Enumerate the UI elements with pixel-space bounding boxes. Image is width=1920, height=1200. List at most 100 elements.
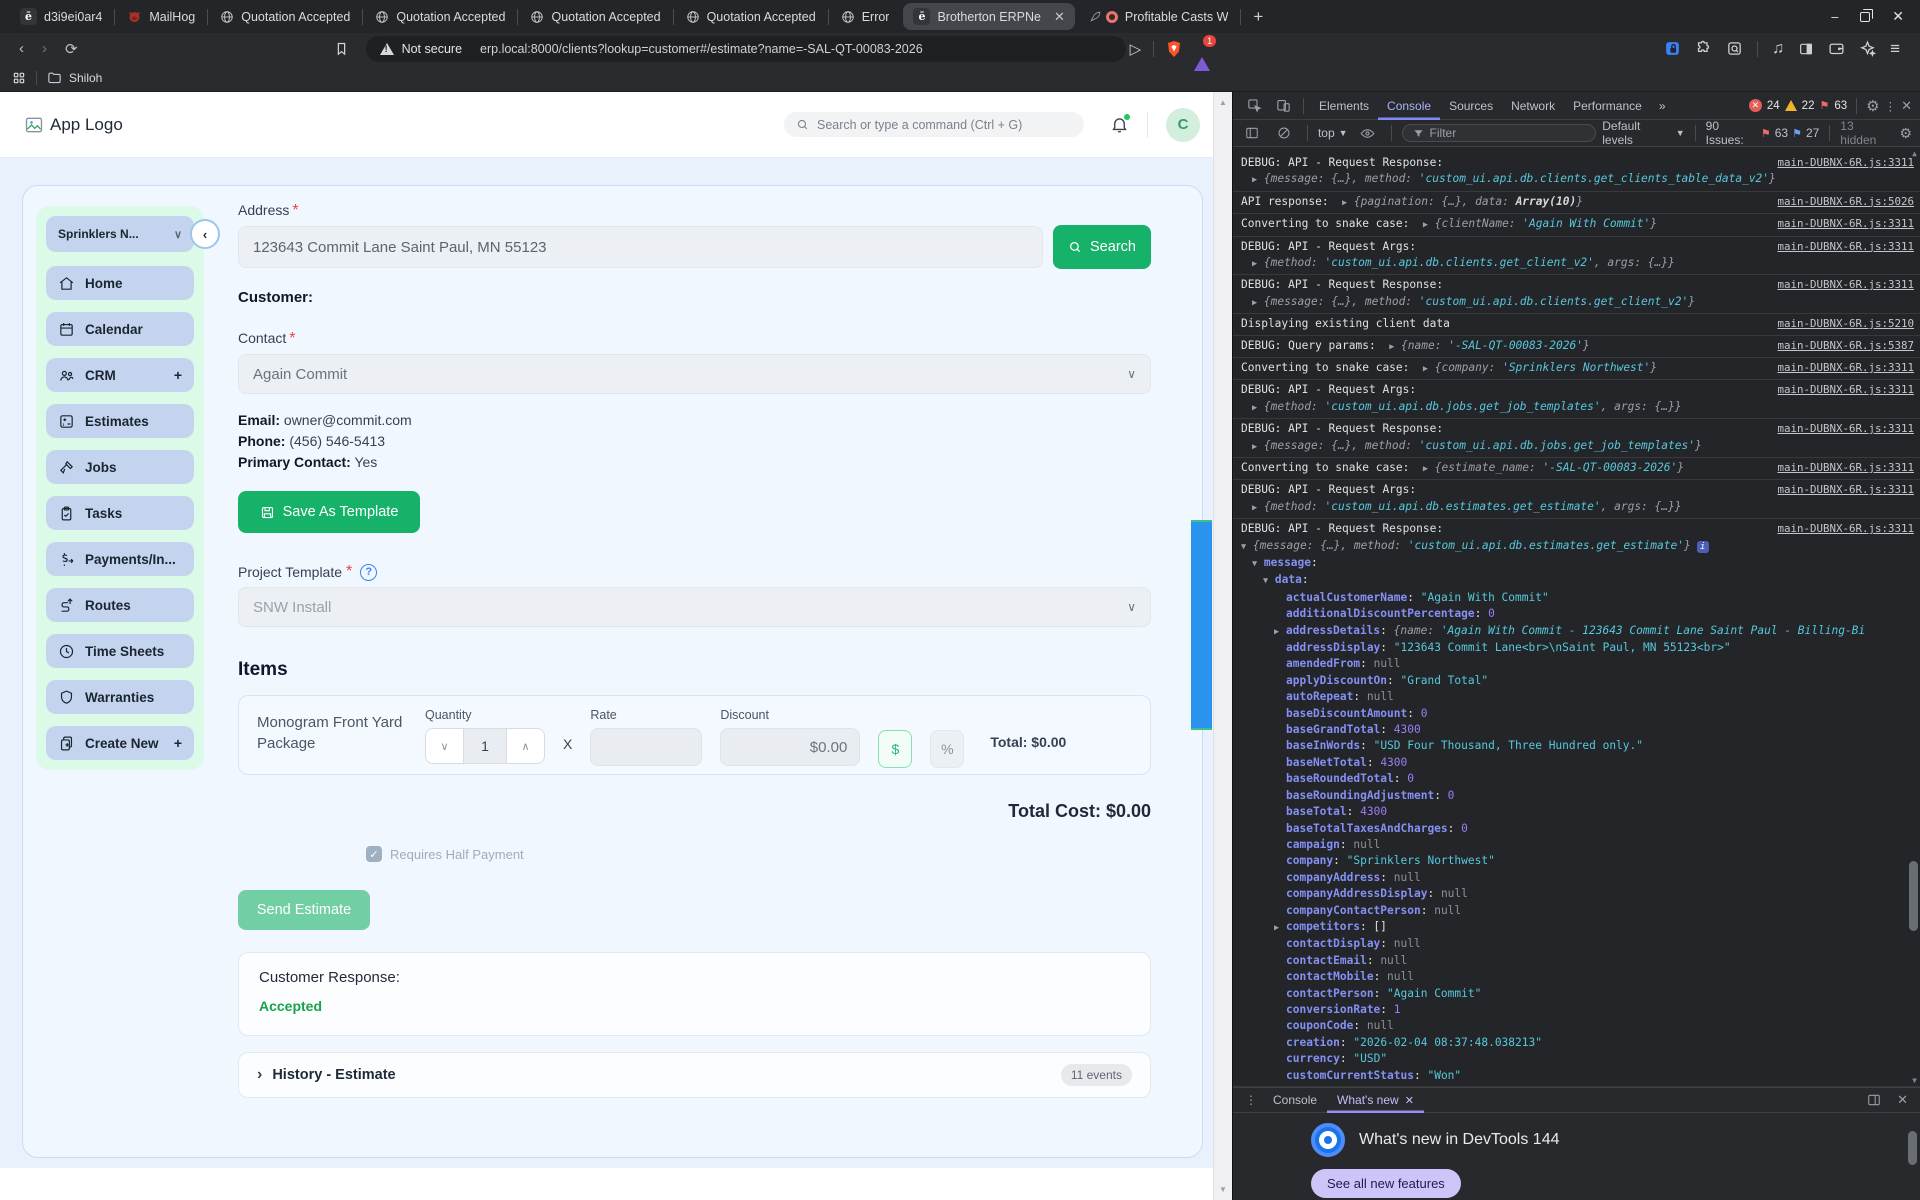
drawer-menu-icon[interactable]: ⋮ — [1239, 1093, 1263, 1107]
tab-groups-grid-icon[interactable] — [12, 71, 26, 85]
company-selector[interactable]: Sprinklers N... ∨ ‹ — [46, 216, 220, 252]
restore-icon[interactable] — [1860, 8, 1874, 22]
console-entry[interactable]: Converting to snake case: ▶ {estimate_na… — [1233, 458, 1920, 481]
drawer-scrollbar-thumb[interactable] — [1908, 1131, 1917, 1165]
console-entry[interactable]: Converting to snake case: ▶ {company: 'S… — [1233, 358, 1920, 381]
issues-flag-icon[interactable]: ⚑ — [1819, 99, 1829, 112]
address-search-button[interactable]: Search — [1053, 225, 1151, 269]
search-box-icon[interactable] — [1726, 40, 1743, 57]
console-filter-input[interactable]: Filter — [1401, 124, 1597, 142]
source-link[interactable]: main-DUBNX-6R.js:3311 — [1777, 521, 1914, 537]
send-estimate-button[interactable]: Send Estimate — [238, 890, 370, 930]
tab-close-icon[interactable]: ✕ — [1054, 9, 1065, 25]
half-payment-checkbox[interactable]: ✓ — [366, 846, 382, 862]
browser-tab-2[interactable]: Quotation Accepted — [208, 0, 362, 33]
bookmark-flag-icon[interactable] — [325, 41, 358, 56]
source-link[interactable]: main-DUBNX-6R.js:3311 — [1777, 482, 1914, 498]
console-entry[interactable]: Displaying existing client data main-DUBN… — [1233, 314, 1920, 336]
scroll-up-icon[interactable]: ▲ — [1214, 98, 1232, 107]
source-link[interactable]: main-DUBNX-6R.js:3311 — [1777, 421, 1914, 437]
clear-console-icon[interactable] — [1271, 126, 1297, 140]
scroll-down-icon[interactable]: ▼ — [1214, 1185, 1232, 1194]
source-link[interactable]: main-DUBNX-6R.js:3311 — [1777, 360, 1914, 376]
extension-notification-icon[interactable]: 1 — [1194, 34, 1217, 71]
source-link[interactable]: main-DUBNX-6R.js:5387 — [1777, 338, 1914, 354]
drawer-close-icon[interactable]: ✕ — [1897, 1092, 1908, 1108]
source-link[interactable]: main-DUBNX-6R.js:3311 — [1777, 216, 1914, 232]
console-entry[interactable]: Converting to snake case: ▶ {clientName:… — [1233, 214, 1920, 237]
send-icon[interactable]: ▷ — [1130, 40, 1142, 58]
discount-dollar-button[interactable]: $ — [878, 730, 913, 768]
browser-tab-0[interactable]: ē d3i9ei0ar4 — [8, 0, 114, 33]
quantity-decrease-icon[interactable]: ∨ — [426, 729, 463, 763]
quantity-stepper[interactable]: ∨ 1 ∧ — [425, 728, 545, 764]
sidebar-item-create-new[interactable]: Create New + — [46, 726, 194, 760]
sidebar-item-calendar[interactable]: Calendar — [46, 312, 194, 346]
console-entry[interactable]: DEBUG: API - Request Response: main-DUBNX… — [1233, 153, 1920, 192]
source-link[interactable]: main-DUBNX-6R.js:5026 — [1777, 194, 1914, 210]
more-tabs-icon[interactable]: » — [1653, 99, 1672, 113]
help-icon[interactable]: ? — [360, 563, 378, 581]
browser-tab-5[interactable]: Quotation Accepted — [674, 0, 828, 33]
media-icon[interactable]: ♫ — [1772, 40, 1784, 58]
password-manager-icon[interactable] — [1664, 40, 1681, 57]
sidebar-item-crm[interactable]: CRM + — [46, 358, 194, 392]
browser-tab-3[interactable]: Quotation Accepted — [363, 0, 517, 33]
console-settings-icon[interactable]: ⚙ — [1897, 125, 1914, 142]
console-entry[interactable]: DEBUG: API - Request Args: main-DUBNX-6R.… — [1233, 480, 1920, 520]
page-scroll-indicator[interactable] — [1191, 520, 1212, 730]
devtools-tab-performance[interactable]: Performance — [1564, 92, 1651, 120]
source-link[interactable]: main-DUBNX-6R.js:3311 — [1777, 460, 1914, 476]
live-expression-eye-icon[interactable] — [1354, 126, 1381, 141]
avatar[interactable]: C — [1166, 107, 1200, 142]
discount-input[interactable]: $0.00 — [720, 728, 861, 766]
new-tab-button[interactable]: + — [1241, 7, 1275, 27]
reload-icon[interactable]: ⟳ — [56, 40, 87, 58]
console-scrollbar-thumb[interactable] — [1909, 861, 1918, 932]
inspect-icon[interactable] — [1241, 98, 1268, 113]
window-close-icon[interactable]: ✕ — [1892, 8, 1904, 25]
quantity-increase-icon[interactable]: ∧ — [507, 729, 544, 763]
devtools-tab-elements[interactable]: Elements — [1310, 92, 1378, 120]
devtools-settings-icon[interactable]: ⚙ — [1866, 97, 1879, 115]
leo-sparkle-icon[interactable] — [1859, 40, 1877, 57]
brave-shield-icon[interactable] — [1166, 40, 1182, 58]
menu-hamburger-icon[interactable]: ≡ — [1890, 39, 1900, 59]
console-entry[interactable]: DEBUG: API - Request Args: main-DUBNX-6R.… — [1233, 380, 1920, 420]
address-input[interactable]: 123643 Commit Lane Saint Paul, MN 55123 — [238, 226, 1043, 268]
drawer-tab-console[interactable]: Console — [1263, 1087, 1327, 1113]
forward-icon[interactable]: › — [33, 40, 56, 57]
source-link[interactable]: main-DUBNX-6R.js:3311 — [1777, 382, 1914, 398]
devtools-tab-console[interactable]: Console — [1378, 92, 1440, 120]
console-entry[interactable]: DEBUG: Query params: ▶ {name: '-SAL-QT-0… — [1233, 336, 1920, 358]
expand-plus-icon[interactable]: + — [174, 735, 182, 751]
sidebar-item-estimates[interactable]: Estimates — [46, 404, 194, 438]
error-count[interactable]: 24 — [1767, 100, 1780, 112]
console-sidebar-icon[interactable] — [1239, 126, 1265, 140]
browser-tab-7[interactable]: ē Brotherton ERPNe ✕ — [903, 3, 1075, 30]
history-section[interactable]: › History - Estimate 11 events — [238, 1052, 1151, 1098]
sidebar-item-warranties[interactable]: Warranties — [46, 680, 194, 714]
global-search-input[interactable]: Search or type a command (Ctrl + G) — [784, 112, 1084, 137]
console-scroll-down-icon[interactable]: ▼ — [1912, 1076, 1917, 1085]
page-scrollbar[interactable]: ▲ ▼ — [1213, 92, 1232, 1200]
browser-tab-6[interactable]: Error — [829, 0, 902, 33]
app-logo[interactable]: App Logo — [24, 115, 123, 135]
source-link[interactable]: main-DUBNX-6R.js:3311 — [1777, 277, 1914, 293]
warning-count[interactable]: 22 — [1802, 100, 1815, 112]
context-selector[interactable]: top ▼ — [1318, 126, 1348, 140]
url-bar[interactable]: Not secure erp.local:8000/clients?lookup… — [365, 35, 1126, 62]
console-entry[interactable]: DEBUG: API - Request Response: main-DUBNX… — [1233, 519, 1920, 1087]
discount-percent-button[interactable]: % — [930, 730, 965, 768]
source-link[interactable]: main-DUBNX-6R.js:5210 — [1777, 316, 1914, 332]
wallet-icon[interactable] — [1828, 40, 1845, 57]
console-scroll-up-icon[interactable]: ▲ — [1912, 149, 1917, 158]
devtools-tab-network[interactable]: Network — [1502, 92, 1564, 120]
sidebar-collapse-button[interactable]: ‹ — [190, 219, 220, 249]
sidebar-item-home[interactable]: Home — [46, 266, 194, 300]
source-link[interactable]: main-DUBNX-6R.js:3311 — [1777, 155, 1914, 171]
console-entry[interactable]: DEBUG: API - Request Response: main-DUBNX… — [1233, 275, 1920, 315]
see-all-features-button[interactable]: See all new features — [1311, 1169, 1461, 1198]
issues-count[interactable]: 63 — [1834, 100, 1847, 112]
console-entry[interactable]: DEBUG: API - Request Response: main-DUBNX… — [1233, 419, 1920, 458]
